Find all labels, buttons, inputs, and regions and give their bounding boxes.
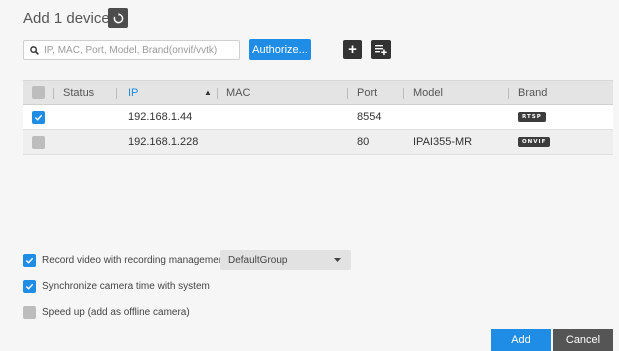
search-icon [24,45,44,55]
column-port[interactable]: Port [357,81,377,104]
search-input[interactable] [44,44,234,56]
add-button[interactable]: Add [491,329,551,351]
recording-group-select[interactable]: DefaultGroup [220,250,351,270]
speed-up-checkbox[interactable] [23,306,36,319]
brand-badge: ONVIF [518,137,551,147]
check-icon [25,257,34,264]
record-option[interactable]: Record video with recording management: [23,254,230,267]
cancel-button[interactable]: Cancel [553,329,613,351]
speed-up-label: Speed up (add as offline camera) [42,307,190,318]
row-checkbox[interactable] [32,110,45,124]
record-checkbox[interactable] [23,254,36,267]
search-box[interactable] [23,40,240,60]
refresh-icon [113,12,123,23]
sync-time-checkbox[interactable] [23,280,36,293]
table-row[interactable]: 192.168.1.228 80 IPAI355-MR ONVIF [23,130,613,155]
sort-ascending-icon[interactable]: ▲ [204,81,212,104]
recording-group-value: DefaultGroup [228,254,288,266]
brand-badge: RTSP [518,112,546,122]
sync-time-label: Synchronize camera time with system [42,281,210,292]
authorize-button[interactable]: Authorize... [249,39,311,60]
column-model[interactable]: Model [413,81,443,104]
row-ip: 192.168.1.228 [128,136,199,148]
row-model: IPAI355-MR [413,136,473,148]
list-add-icon [375,45,387,55]
row-port: 80 [357,136,370,148]
refresh-button[interactable] [108,8,128,28]
column-ip[interactable]: IP [128,81,138,104]
speed-up-option[interactable]: Speed up (add as offline camera) [23,306,190,319]
sync-time-option[interactable]: Synchronize camera time with system [23,280,210,293]
column-status[interactable]: Status [63,81,94,104]
plus-icon: + [348,41,357,58]
row-ip: 192.168.1.44 [128,111,193,123]
select-all-cell [32,81,45,104]
add-device-button[interactable]: + [343,40,362,59]
column-mac[interactable]: MAC [226,81,250,104]
column-brand[interactable]: Brand [518,81,547,104]
check-icon [25,283,34,290]
row-checkbox[interactable] [32,135,45,149]
dialog-title: Add 1 devices [23,10,118,27]
select-all-checkbox[interactable] [32,86,45,99]
batch-add-button[interactable] [371,40,391,59]
table-header: Status IP ▲ MAC Port Model Brand [23,80,613,105]
device-table: Status IP ▲ MAC Port Model Brand 192.168… [23,80,613,155]
check-icon [34,114,43,121]
row-port: 8554 [357,111,382,123]
table-row[interactable]: 192.168.1.44 8554 RTSP [23,105,613,130]
chevron-down-icon [334,258,341,262]
record-label: Record video with recording management: [42,255,230,266]
